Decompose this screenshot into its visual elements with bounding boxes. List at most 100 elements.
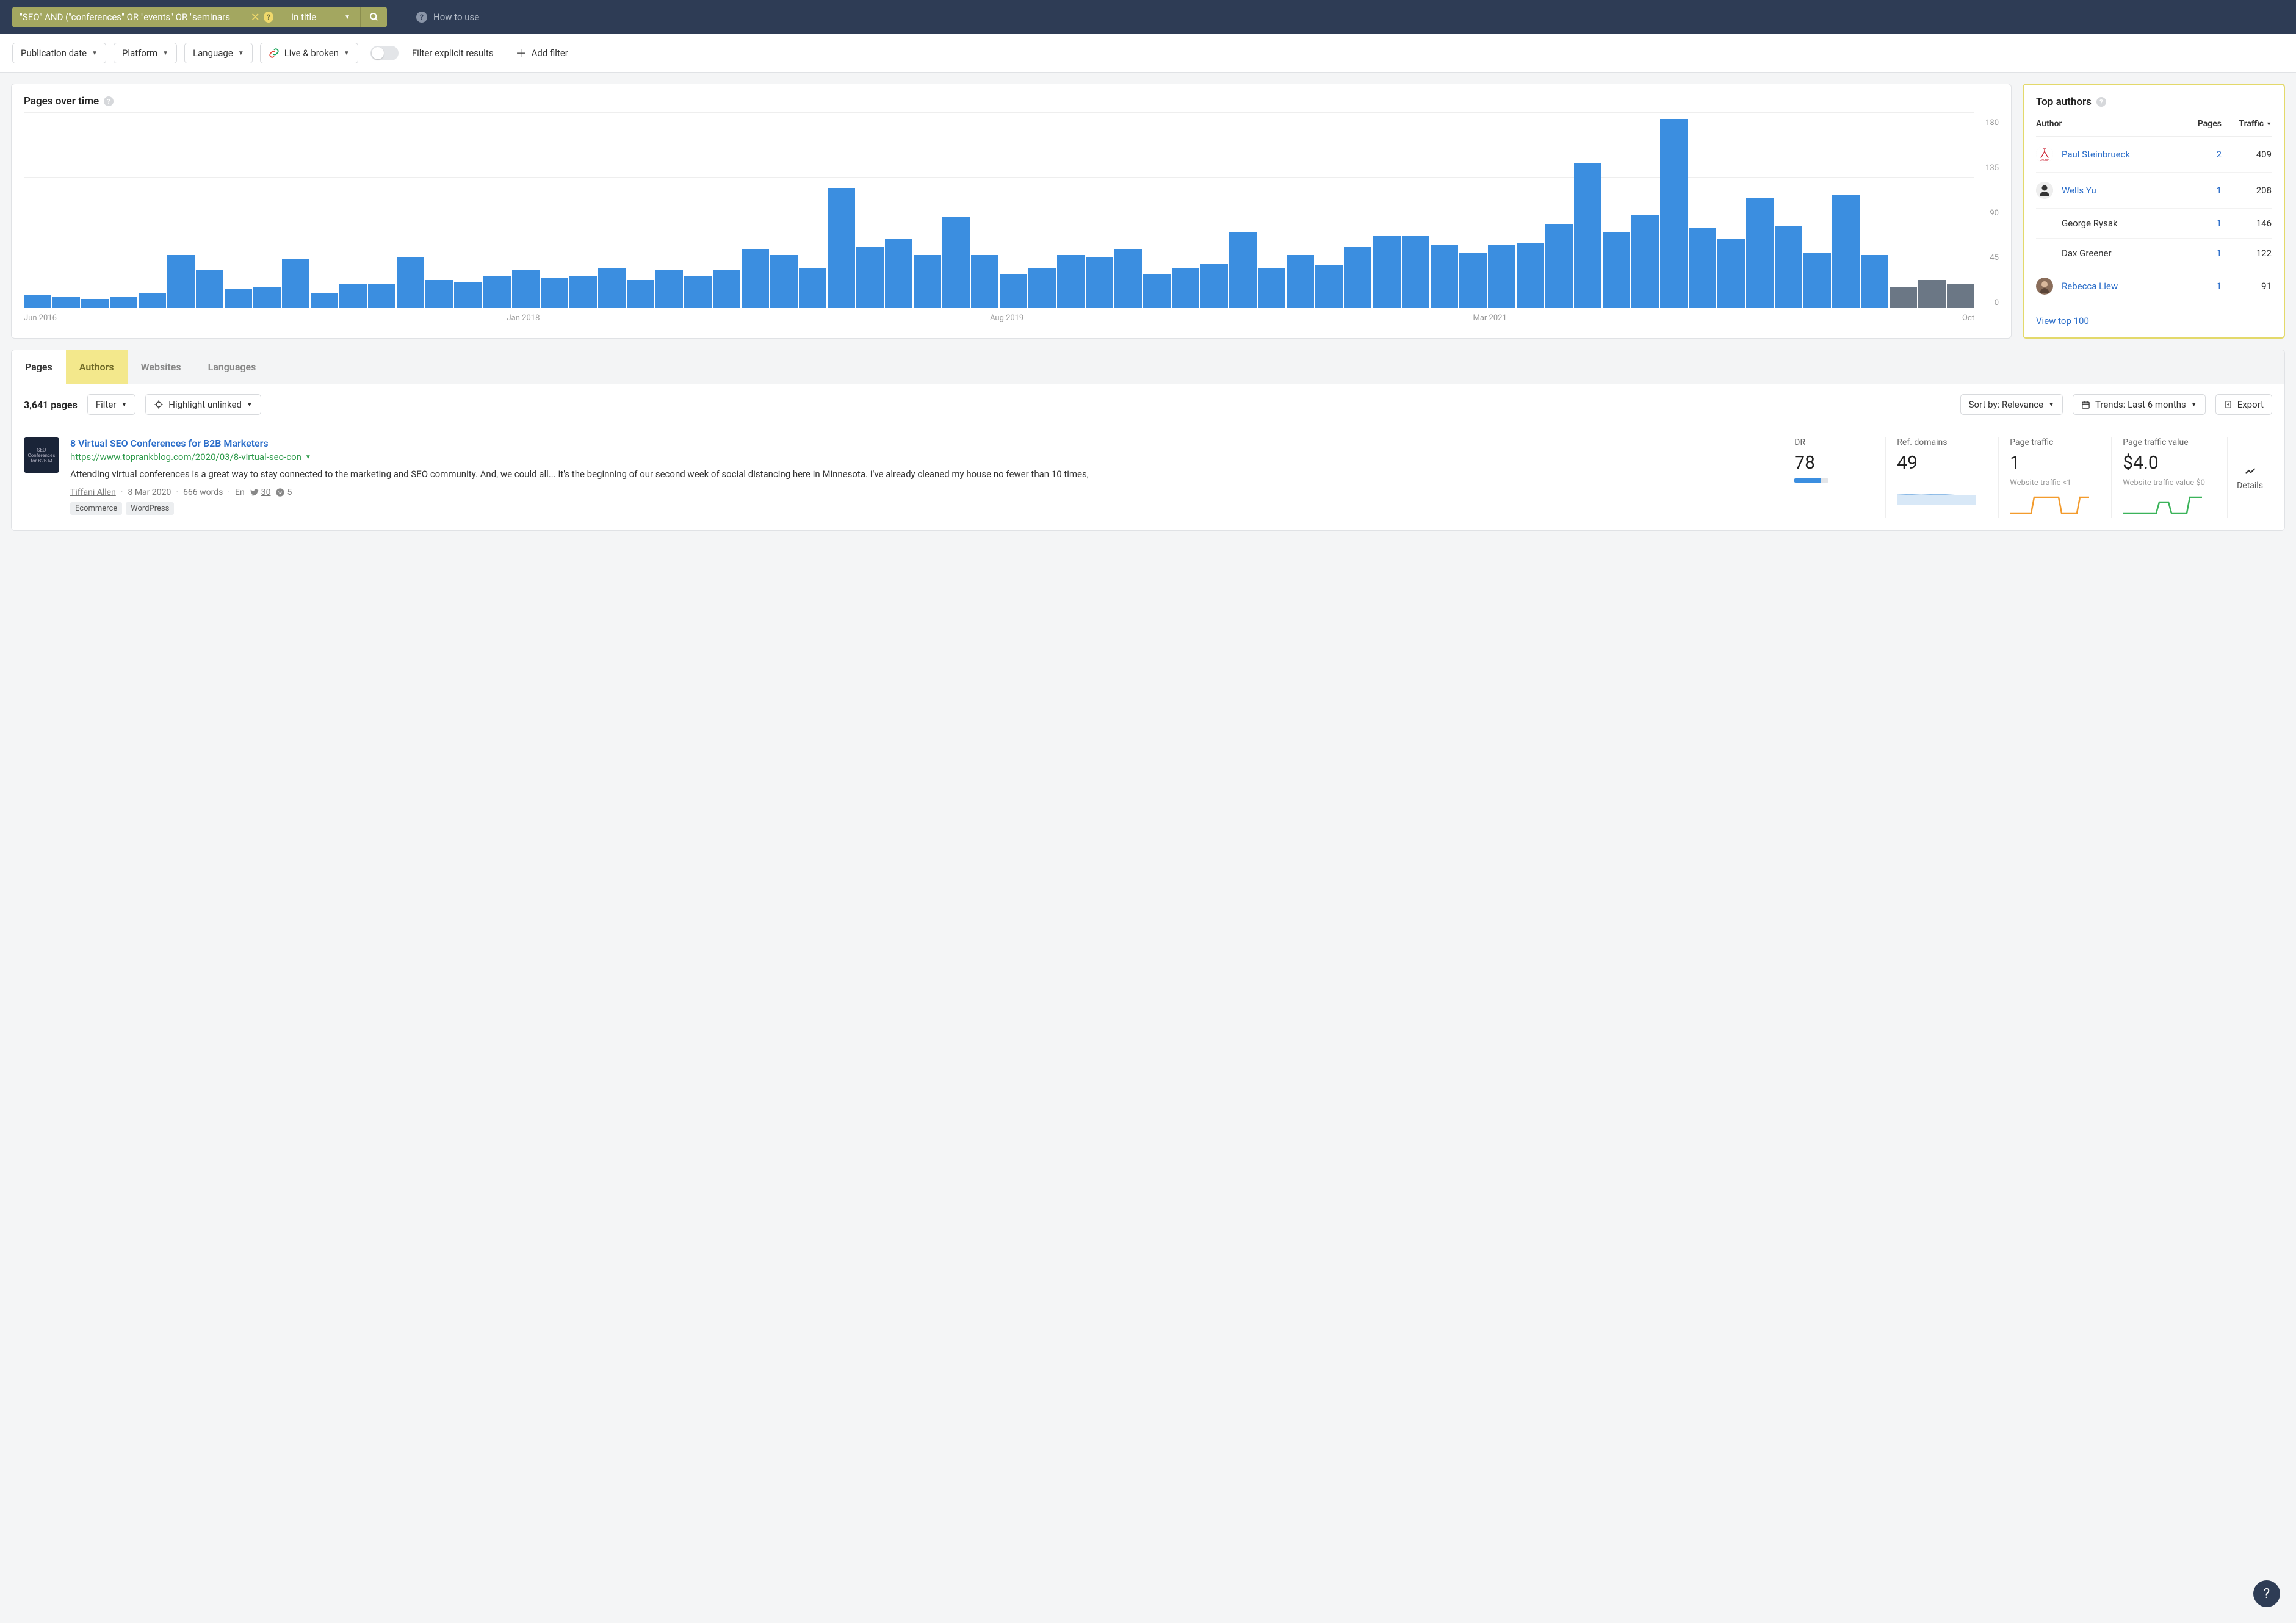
export-button[interactable]: Export bbox=[2215, 394, 2272, 415]
chart-bar[interactable] bbox=[1287, 255, 1314, 308]
chart-bar[interactable] bbox=[1545, 224, 1573, 308]
result-author-link[interactable]: Tiffani Allen bbox=[70, 488, 116, 497]
chart-bar[interactable] bbox=[1028, 268, 1056, 308]
search-button[interactable] bbox=[360, 7, 387, 27]
how-to-use-link[interactable]: ? How to use bbox=[416, 12, 479, 23]
filter-publication-date[interactable]: Publication date▼ bbox=[12, 43, 106, 63]
author-name[interactable]: Rebecca Liew bbox=[2062, 281, 2181, 292]
chart-bar[interactable] bbox=[1431, 245, 1458, 308]
chart-bar[interactable] bbox=[24, 295, 51, 308]
chart-bar[interactable] bbox=[167, 255, 195, 308]
chart-bar[interactable] bbox=[1918, 280, 1946, 308]
search-input[interactable]: "SEO" AND ("conferences" OR "events" OR … bbox=[20, 12, 247, 23]
filter-live-broken[interactable]: Live & broken▼ bbox=[260, 43, 358, 63]
chart-bar[interactable] bbox=[1517, 243, 1544, 308]
chart-bar[interactable] bbox=[397, 257, 424, 308]
chart-bar[interactable] bbox=[1603, 232, 1630, 308]
explicit-toggle[interactable] bbox=[370, 46, 399, 60]
chart-bar[interactable] bbox=[1890, 287, 1917, 308]
chart-bar[interactable] bbox=[1574, 163, 1601, 308]
filter-platform[interactable]: Platform▼ bbox=[114, 43, 177, 63]
chart-bar[interactable] bbox=[1717, 239, 1745, 308]
tab-pages[interactable]: Pages bbox=[12, 350, 66, 384]
chart-bar[interactable] bbox=[1488, 245, 1515, 308]
tag[interactable]: Ecommerce bbox=[70, 502, 122, 515]
chart-bar[interactable] bbox=[1143, 274, 1171, 308]
chart-bar[interactable] bbox=[1373, 236, 1400, 308]
filter-language[interactable]: Language▼ bbox=[184, 43, 253, 63]
chart-bar[interactable] bbox=[425, 280, 453, 308]
sort-button[interactable]: Sort by: Relevance▼ bbox=[1960, 394, 2063, 415]
chart-bar[interactable] bbox=[856, 247, 884, 308]
chart-bar[interactable] bbox=[770, 255, 798, 308]
search-input-wrap[interactable]: "SEO" AND ("conferences" OR "events" OR … bbox=[12, 7, 281, 27]
chevron-down-icon[interactable]: ▼ bbox=[305, 454, 311, 461]
chart-bar[interactable] bbox=[1258, 268, 1285, 308]
chart-bar[interactable] bbox=[942, 217, 970, 308]
chart-bar[interactable] bbox=[1057, 255, 1085, 308]
tag[interactable]: WordPress bbox=[126, 502, 174, 515]
chart-bar[interactable] bbox=[311, 293, 338, 308]
chart-bar[interactable] bbox=[1459, 253, 1487, 308]
author-pages[interactable]: 1 bbox=[2181, 281, 2222, 292]
view-top-100-link[interactable]: View top 100 bbox=[2036, 315, 2089, 326]
chart-bar[interactable] bbox=[52, 297, 80, 308]
chart-bar[interactable] bbox=[713, 270, 740, 308]
help-icon[interactable]: ? bbox=[104, 96, 114, 106]
details-button[interactable]: Details bbox=[2227, 437, 2272, 518]
filter-button[interactable]: Filter▼ bbox=[87, 394, 135, 415]
chart-bar[interactable] bbox=[368, 284, 395, 308]
chart-bar[interactable] bbox=[512, 270, 540, 308]
help-icon[interactable]: ? bbox=[2096, 97, 2106, 107]
chart-bar[interactable] bbox=[196, 270, 223, 308]
chart-bar[interactable] bbox=[1402, 236, 1429, 308]
chart-bar[interactable] bbox=[828, 188, 855, 308]
chart-bar[interactable] bbox=[339, 284, 367, 308]
chart-bar[interactable] bbox=[1000, 274, 1027, 308]
chart-bar[interactable] bbox=[1114, 249, 1142, 308]
search-help-icon[interactable]: ? bbox=[264, 12, 273, 23]
trends-button[interactable]: Trends: Last 6 months▼ bbox=[2073, 394, 2206, 415]
chart-bar[interactable] bbox=[253, 287, 281, 308]
chart-bar[interactable] bbox=[684, 276, 712, 308]
chart-bar[interactable] bbox=[598, 268, 626, 308]
chart-bar[interactable] bbox=[454, 282, 482, 308]
chart-bar[interactable] bbox=[569, 276, 597, 308]
chart-bar[interactable] bbox=[655, 270, 683, 308]
col-traffic[interactable]: Traffic▼ bbox=[2222, 119, 2272, 129]
chart-bar[interactable] bbox=[81, 299, 109, 308]
chart-bar[interactable] bbox=[225, 289, 252, 308]
chart-bar[interactable] bbox=[1775, 226, 1802, 308]
search-scope-dropdown[interactable]: In title ▼ bbox=[281, 7, 360, 27]
author-name[interactable]: Wells Yu bbox=[2062, 185, 2181, 196]
add-filter-button[interactable]: ＋ Add filter bbox=[516, 45, 568, 61]
chart-bar[interactable] bbox=[742, 249, 769, 308]
chart-bar[interactable] bbox=[1172, 268, 1199, 308]
chart-bar[interactable] bbox=[1861, 255, 1888, 308]
tab-languages[interactable]: Languages bbox=[195, 350, 270, 384]
chart-bar[interactable] bbox=[1660, 119, 1688, 308]
highlight-unlinked-button[interactable]: Highlight unlinked▼ bbox=[145, 394, 261, 415]
result-url[interactable]: https://www.toprankblog.com/2020/03/8-vi… bbox=[70, 452, 1772, 462]
chart-bar[interactable] bbox=[627, 280, 654, 308]
chart-bar[interactable] bbox=[799, 268, 826, 308]
chart-bar[interactable] bbox=[885, 239, 912, 308]
tab-websites[interactable]: Websites bbox=[128, 350, 195, 384]
chart-bar[interactable] bbox=[541, 278, 568, 308]
chart-bar[interactable] bbox=[139, 293, 166, 308]
chart-bar[interactable] bbox=[483, 276, 511, 308]
chart-bar[interactable] bbox=[1689, 228, 1716, 308]
chart-bar[interactable] bbox=[1200, 264, 1228, 308]
clear-search-icon[interactable]: ✕ bbox=[251, 11, 260, 24]
col-pages[interactable]: Pages bbox=[2181, 119, 2222, 129]
chart-bar[interactable] bbox=[1947, 284, 1974, 308]
chart-bar[interactable] bbox=[1832, 195, 1860, 308]
author-pages[interactable]: 1 bbox=[2181, 185, 2222, 196]
chart-bar[interactable] bbox=[1315, 265, 1343, 308]
chart-bar[interactable] bbox=[1344, 247, 1371, 308]
help-fab[interactable]: ? bbox=[2253, 1580, 2280, 1607]
result-title-link[interactable]: 8 Virtual SEO Conferences for B2B Market… bbox=[70, 437, 1772, 449]
chart-bar[interactable] bbox=[1086, 257, 1113, 308]
chart-bar[interactable] bbox=[1229, 232, 1257, 308]
author-pages[interactable]: 1 bbox=[2181, 248, 2222, 259]
